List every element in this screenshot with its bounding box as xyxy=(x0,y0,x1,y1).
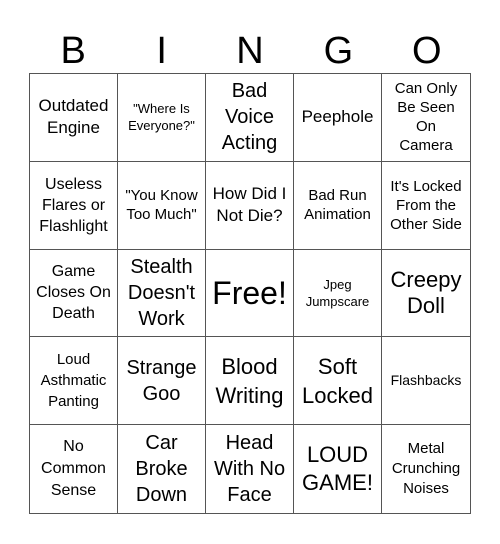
cell-text-free: Free! xyxy=(212,274,287,311)
bingo-cell[interactable]: Outdated Engine xyxy=(30,74,118,162)
bingo-cell[interactable]: Bad Voice Acting xyxy=(206,74,294,162)
header-letter-n: N xyxy=(236,30,264,72)
cell-text: Metal Crunching Noises xyxy=(391,440,461,498)
cell-text: Game Closes On Death xyxy=(36,263,111,323)
cell-text: Blood Writing xyxy=(215,353,284,408)
cell-text: Loud Asthmatic Panting xyxy=(40,351,107,411)
bingo-cell[interactable]: "Where Is Everyone?" xyxy=(118,74,206,162)
cell-text: Can Only Be Seen On Camera xyxy=(394,80,458,155)
bingo-cell[interactable]: Loud Asthmatic Panting xyxy=(30,337,118,426)
bingo-cell[interactable]: Strange Goo xyxy=(118,337,206,426)
header-letter-i: I xyxy=(156,30,167,72)
cell-text: Car Broke Down xyxy=(135,432,188,507)
cell-text: It's Locked From the Other Side xyxy=(390,177,462,233)
bingo-cell[interactable]: Useless Flares or Flashlight xyxy=(30,161,118,250)
cell-text: Bad Voice Acting xyxy=(221,80,278,155)
cell-text: Outdated Engine xyxy=(38,96,109,138)
bingo-cell[interactable]: Creepy Doll xyxy=(382,250,470,338)
bingo-cell[interactable]: Head With No Face xyxy=(206,425,294,513)
cell-text: "Where Is Everyone?" xyxy=(128,101,195,134)
bingo-cell[interactable]: It's Locked From the Other Side xyxy=(382,162,470,250)
bingo-cell[interactable]: Car Broke Down xyxy=(118,425,206,513)
cell-text: Creepy Doll xyxy=(390,266,462,318)
cell-text: Soft Locked xyxy=(302,353,373,408)
cell-text: Useless Flares or Flashlight xyxy=(39,175,108,235)
bingo-header: B I N G O xyxy=(29,28,471,74)
bingo-cell[interactable]: Stealth Doesn't Work xyxy=(118,249,206,338)
bingo-cell[interactable]: Metal Crunching Noises xyxy=(382,425,470,513)
bingo-cell[interactable]: Peephole xyxy=(294,74,382,162)
cell-text: Head With No Face xyxy=(213,432,286,507)
cell-text: Stealth Doesn't Work xyxy=(127,255,196,330)
cell-text: Jpeg Jumpscare xyxy=(305,276,370,309)
cell-text: "You Know Too Much" xyxy=(125,187,198,224)
cell-text: Strange Goo xyxy=(126,356,197,405)
bingo-cell[interactable]: Flashbacks xyxy=(382,337,470,426)
cell-text: Peephole xyxy=(301,107,374,127)
bingo-cell-free[interactable]: Free! xyxy=(206,249,294,338)
bingo-cell[interactable]: Jpeg Jumpscare xyxy=(294,249,382,338)
cell-text: No Common Sense xyxy=(41,438,106,500)
bingo-cell[interactable]: No Common Sense xyxy=(30,425,118,513)
header-letter-b: B xyxy=(60,30,86,72)
cell-text: Bad Run Animation xyxy=(304,187,371,224)
cell-text: LOUD GAME! xyxy=(302,442,373,496)
bingo-cell[interactable]: LOUD GAME! xyxy=(294,425,382,513)
bingo-cell[interactable]: Blood Writing xyxy=(206,337,294,426)
bingo-grid: Outdated Engine "Where Is Everyone?" Bad… xyxy=(29,73,471,514)
bingo-cell[interactable]: Can Only Be Seen On Camera xyxy=(382,74,470,162)
bingo-cell[interactable]: How Did I Not Die? xyxy=(206,161,294,250)
cell-text: Flashbacks xyxy=(390,372,462,389)
bingo-cell[interactable]: Game Closes On Death xyxy=(30,249,118,338)
bingo-cell[interactable]: Bad Run Animation xyxy=(294,161,382,250)
header-letter-o: O xyxy=(412,30,442,72)
bingo-cell[interactable]: Soft Locked xyxy=(294,337,382,426)
header-letter-g: G xyxy=(323,30,354,72)
cell-text: How Did I Not Die? xyxy=(212,184,287,226)
bingo-cell[interactable]: "You Know Too Much" xyxy=(118,161,206,250)
